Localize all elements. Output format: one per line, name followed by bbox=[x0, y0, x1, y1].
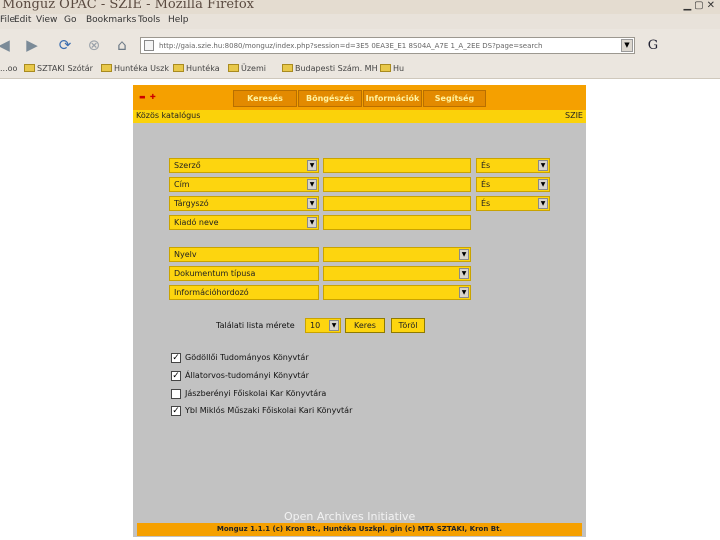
home-icon[interactable]: ⌂ bbox=[112, 35, 132, 55]
filter-language-select[interactable]: ▼ bbox=[323, 247, 471, 262]
library-checkbox[interactable]: ✓ bbox=[171, 371, 181, 381]
search-field-select[interactable]: Tárgyszó ▼ bbox=[169, 196, 319, 211]
results-size-label: Találati lista mérete bbox=[216, 321, 295, 330]
search-button[interactable]: Keres bbox=[345, 318, 385, 333]
chevron-down-icon: ▼ bbox=[307, 179, 317, 190]
menu-edit[interactable]: Edit bbox=[14, 15, 31, 25]
search-field-select[interactable]: Szerző ▼ bbox=[169, 158, 319, 173]
library-checkbox[interactable]: ✓ bbox=[171, 406, 181, 416]
url-dropdown-icon[interactable]: ▼ bbox=[621, 39, 633, 52]
library-checkbox[interactable] bbox=[171, 389, 181, 399]
go-icon[interactable]: G bbox=[644, 38, 662, 54]
menu-view[interactable]: View bbox=[36, 15, 57, 25]
chevron-down-icon: ▼ bbox=[307, 217, 317, 228]
search-term-input[interactable] bbox=[323, 158, 471, 173]
results-size-select[interactable]: 10 ▼ bbox=[305, 318, 341, 333]
forward-icon[interactable]: ▶ bbox=[22, 35, 42, 55]
navigation-toolbar: ◀ ▶ ⟳ ⊗ ⌂ ▼ G bbox=[0, 29, 720, 61]
bookmark-item[interactable]: Üzemi bbox=[228, 64, 266, 73]
chevron-down-icon: ▼ bbox=[459, 268, 469, 279]
catalog-bar: Közös katalógus SZIE bbox=[133, 110, 586, 123]
search-field-select[interactable]: Cím ▼ bbox=[169, 177, 319, 192]
language-flags-icon[interactable]: ▬ ✚ bbox=[139, 93, 157, 101]
folder-icon bbox=[173, 64, 184, 72]
bookmark-item[interactable]: SZTAKI Szótár bbox=[24, 64, 93, 73]
chevron-down-icon: ▼ bbox=[307, 160, 317, 171]
chevron-down-icon: ▼ bbox=[459, 249, 469, 260]
opac-page: ▬ ✚ Keresés Böngészés Információk Segíts… bbox=[133, 85, 586, 537]
reload-icon[interactable]: ⟳ bbox=[55, 35, 75, 55]
menu-help[interactable]: Help bbox=[168, 15, 189, 25]
search-term-input[interactable] bbox=[323, 215, 471, 230]
catalog-name: Közös katalógus bbox=[136, 111, 201, 120]
top-navigation: ▬ ✚ Keresés Böngészés Információk Segíts… bbox=[133, 85, 586, 110]
filter-medium-select[interactable]: ▼ bbox=[323, 285, 471, 300]
search-term-input[interactable] bbox=[323, 196, 471, 211]
chevron-down-icon: ▼ bbox=[459, 287, 469, 298]
chevron-down-icon: ▼ bbox=[538, 160, 548, 171]
clear-button[interactable]: Töröl bbox=[391, 318, 425, 333]
menu-bookmarks[interactable]: Bookmarks bbox=[86, 15, 136, 25]
library-label: Ybl Miklós Műszaki Főiskolai Kari Könyvt… bbox=[185, 406, 353, 415]
folder-icon bbox=[101, 64, 112, 72]
bookmark-item[interactable]: Budapesti Szám. MH bbox=[282, 64, 378, 73]
url-input[interactable] bbox=[159, 40, 619, 52]
bookmark-item[interactable]: Huntéka Uszk bbox=[101, 64, 169, 73]
menu-bar: File Edit View Go Bookmarks Tools Help bbox=[0, 14, 720, 29]
folder-icon bbox=[228, 64, 239, 72]
window-title: Mongúz OPAC - SZIE - Mozilla Firefox bbox=[2, 0, 255, 12]
institution-name: SZIE bbox=[565, 111, 583, 120]
filter-doctype-select[interactable]: ▼ bbox=[323, 266, 471, 281]
page-footer: Monguz 1.1.1 (c) Kron Bt., Huntéka Uszkp… bbox=[137, 523, 582, 536]
library-label: Állatorvos-tudományi Könyvtár bbox=[185, 371, 309, 380]
back-icon[interactable]: ◀ bbox=[0, 35, 14, 55]
library-label: Jászberényi Főiskolai Kar Könyvtára bbox=[185, 389, 327, 398]
bookmark-item[interactable]: ...oo bbox=[0, 64, 17, 73]
tab-search[interactable]: Keresés bbox=[233, 90, 297, 107]
stop-icon[interactable]: ⊗ bbox=[84, 35, 104, 55]
tab-information[interactable]: Információk bbox=[363, 90, 422, 107]
boolean-operator-select[interactable]: És ▼ bbox=[476, 196, 550, 211]
filter-doctype-label: Dokumentum típusa bbox=[169, 266, 319, 281]
search-field-select[interactable]: Kiadó neve ▼ bbox=[169, 215, 319, 230]
library-label: Gödöllői Tudományos Könyvtár bbox=[185, 353, 309, 362]
watermark-text: Open Archives Initiative bbox=[284, 510, 416, 523]
filter-medium-label: Információhordozó bbox=[169, 285, 319, 300]
filter-language-label: Nyelv bbox=[169, 247, 319, 262]
boolean-operator-select[interactable]: És ▼ bbox=[476, 177, 550, 192]
bookmark-item[interactable]: Hu bbox=[380, 64, 404, 73]
bookmarks-toolbar: ...oo SZTAKI Szótár Huntéka Uszk Huntéka… bbox=[0, 61, 720, 79]
chevron-down-icon: ▼ bbox=[538, 179, 548, 190]
folder-icon bbox=[282, 64, 293, 72]
window-titlebar: Mongúz OPAC - SZIE - Mozilla Firefox ▁▢✕ bbox=[0, 0, 720, 14]
window-controls[interactable]: ▁▢✕ bbox=[683, 0, 718, 11]
menu-tools[interactable]: Tools bbox=[138, 15, 160, 25]
address-bar[interactable]: ▼ bbox=[140, 37, 635, 54]
search-term-input[interactable] bbox=[323, 177, 471, 192]
menu-go[interactable]: Go bbox=[64, 15, 76, 25]
page-favicon-icon bbox=[144, 40, 154, 51]
folder-icon bbox=[380, 64, 391, 72]
menu-file[interactable]: File bbox=[0, 15, 15, 25]
chevron-down-icon: ▼ bbox=[538, 198, 548, 209]
boolean-operator-select[interactable]: És ▼ bbox=[476, 158, 550, 173]
tab-help[interactable]: Segítség bbox=[423, 90, 486, 107]
chevron-down-icon: ▼ bbox=[329, 320, 339, 331]
chevron-down-icon: ▼ bbox=[307, 198, 317, 209]
library-checkbox[interactable]: ✓ bbox=[171, 353, 181, 363]
bookmark-item[interactable]: Huntéka bbox=[173, 64, 220, 73]
tab-browse[interactable]: Böngészés bbox=[298, 90, 362, 107]
folder-icon bbox=[24, 64, 35, 72]
